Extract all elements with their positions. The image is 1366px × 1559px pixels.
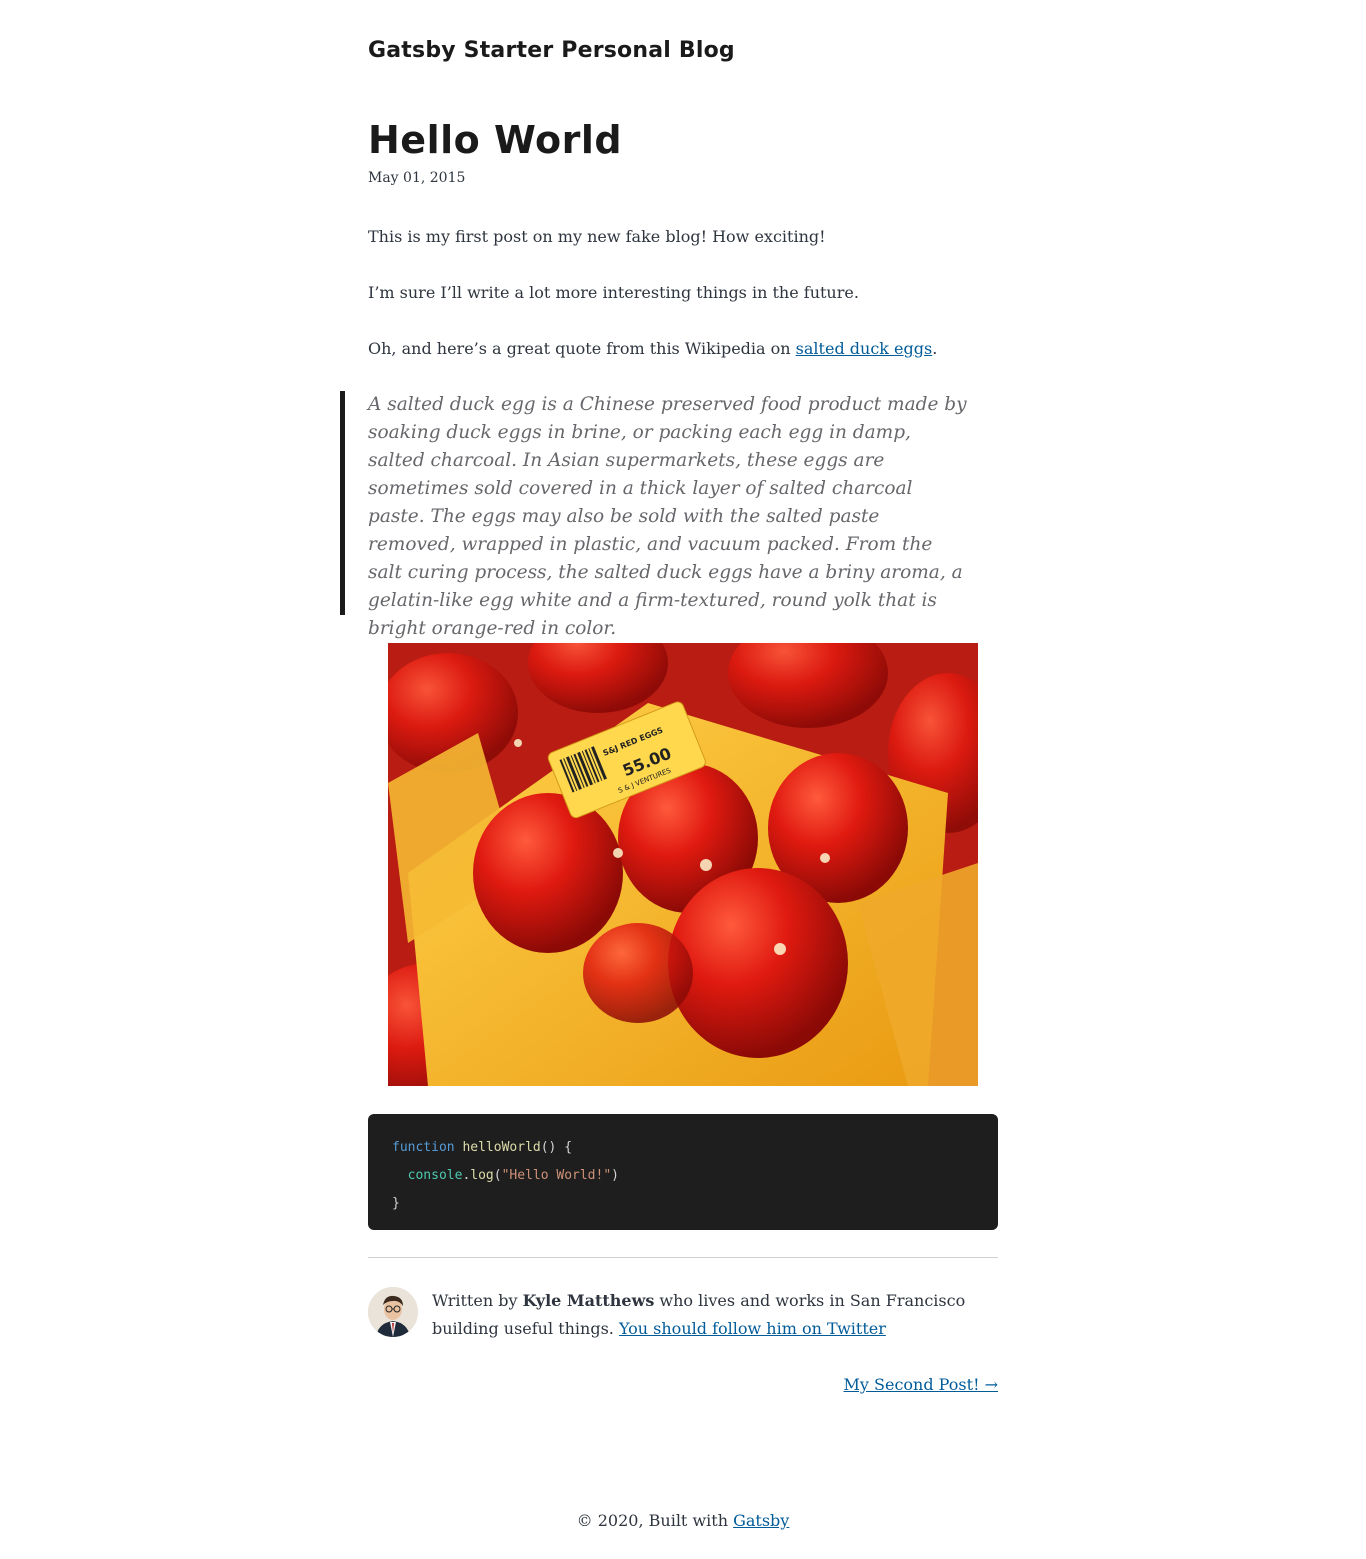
code-block: function helloWorld() { console.log("Hel… [368,1114,998,1230]
code-line-1: function helloWorld() { [392,1134,974,1162]
post-title: Hello World [368,118,623,162]
bio-prefix: Written by [432,1291,523,1310]
code-line-2: console.log("Hello World!") [392,1162,974,1190]
salted-duck-eggs-photo: S&J RED EGGS 55.00 S & J VENTURES [388,643,978,1086]
post-paragraph-3: Oh, and here’s a great quote from this W… [368,335,937,363]
code-line-3: } [392,1196,400,1211]
next-post-link[interactable]: My Second Post! → [844,1371,998,1399]
blockquote-text: A salted duck egg is a Chinese preserved… [368,394,967,639]
blockquote: A salted duck egg is a Chinese preserved… [340,391,967,639]
author-name: Kyle Matthews [522,1291,655,1310]
code-object: console [407,1168,463,1183]
salted-duck-eggs-link[interactable]: salted duck eggs [796,339,933,358]
code-keyword: function [392,1140,455,1155]
twitter-link[interactable]: You should follow him on Twitter [619,1319,886,1338]
bio-text: Written by Kyle Matthews who lives and w… [432,1287,992,1343]
code-function-name: helloWorld [462,1140,541,1155]
post-paragraph-2: I’m sure I’ll write a lot more interesti… [368,283,859,302]
footer-text: © 2020, Built with [576,1511,734,1530]
code-string: "Hello World!" [501,1168,612,1183]
quote-intro-period: . [932,339,938,358]
code-method: log [470,1168,494,1183]
code-signature: () { [540,1140,573,1155]
divider [368,1257,998,1258]
footer: © 2020, Built with Gatsby [0,1507,1366,1535]
gatsby-link[interactable]: Gatsby [733,1511,789,1530]
code-paren-close: ) [611,1168,619,1183]
post-date: May 01, 2015 [368,170,466,186]
avatar [368,1287,418,1337]
post-paragraph-1: This is my first post on my new fake blo… [368,227,826,246]
quote-intro-text: Oh, and here’s a great quote from this W… [368,339,796,358]
code-paren-open: ( [493,1168,502,1183]
site-title-link[interactable]: Gatsby Starter Personal Blog [368,38,735,63]
